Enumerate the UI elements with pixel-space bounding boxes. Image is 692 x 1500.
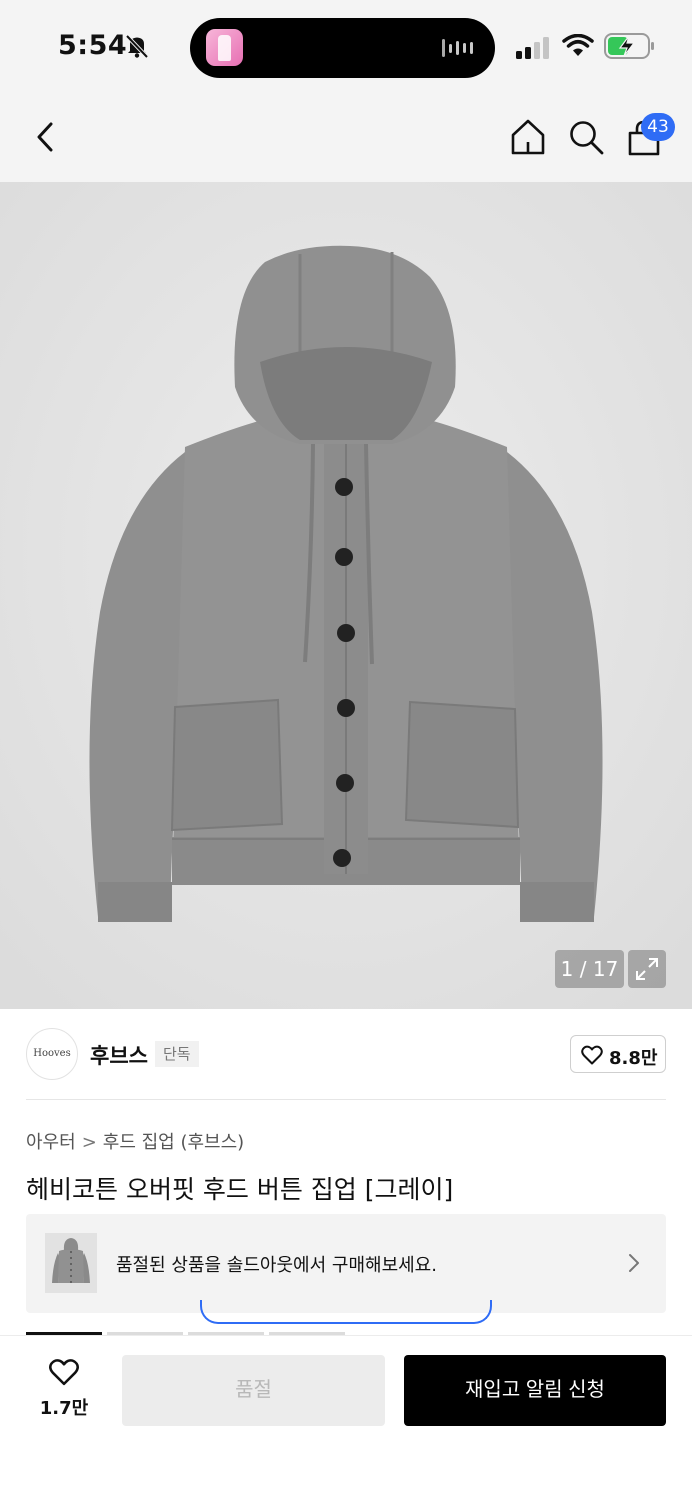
divider (26, 1099, 666, 1100)
brand-like-count: 8.8만 (609, 1048, 658, 1069)
restock-alert-button[interactable]: 재입고 알림 신청 (404, 1355, 666, 1426)
search-icon[interactable] (566, 117, 606, 157)
bell-slash-icon (125, 34, 149, 59)
brand-logo[interactable]: Hooves (26, 1028, 78, 1080)
product-title: 헤비코튼 오버핏 후드 버튼 집업 [그레이] (26, 1175, 454, 1204)
image-counter: 1 / 17 (555, 950, 624, 988)
now-playing-thumbnail (206, 29, 243, 66)
back-chevron-icon[interactable] (30, 119, 62, 155)
partial-blue-outline (200, 1300, 492, 1324)
top-nav-bar (0, 95, 692, 182)
product-like-button[interactable]: 1.7만 (26, 1352, 102, 1422)
wifi-icon (562, 34, 594, 56)
breadcrumb-category[interactable]: 아우터 (26, 1128, 76, 1154)
breadcrumb-subcategory[interactable]: 후드 집업 (후브스) (103, 1128, 244, 1154)
expand-icon[interactable] (628, 950, 666, 988)
brand-name[interactable]: 후브스 (90, 1040, 148, 1070)
heart-outline-icon (49, 1359, 79, 1386)
status-bar: 5:54 (0, 0, 692, 95)
soldout-market-banner[interactable]: 품절된 상품을 솔드아웃에서 구매해보세요. (26, 1214, 666, 1313)
cellular-signal-icon (516, 37, 549, 59)
battery-charging-icon (604, 33, 654, 59)
product-image-gallery[interactable] (0, 182, 692, 1009)
chevron-right-icon (629, 1254, 639, 1272)
dynamic-island[interactable] (190, 18, 495, 78)
home-icon[interactable] (508, 117, 548, 157)
heart-outline-icon (581, 1045, 603, 1065)
banner-text: 품절된 상품을 솔드아웃에서 구매해보세요. (116, 1255, 437, 1276)
status-time: 5:54 (58, 30, 128, 61)
product-like-count: 1.7만 (39, 1398, 89, 1419)
exclusive-badge: 단독 (155, 1041, 199, 1067)
cart-count-badge[interactable]: 43 (641, 113, 675, 141)
breadcrumb-separator: > (81, 1132, 97, 1153)
product-image (0, 182, 692, 1009)
soldout-button: 품절 (122, 1355, 385, 1426)
banner-product-thumbnail (45, 1233, 97, 1293)
brand-like-button[interactable]: 8.8만 (570, 1035, 666, 1073)
breadcrumb: 아우터 > 후드 집업 (후브스) (26, 1128, 244, 1154)
audio-wave-icon (442, 39, 473, 57)
